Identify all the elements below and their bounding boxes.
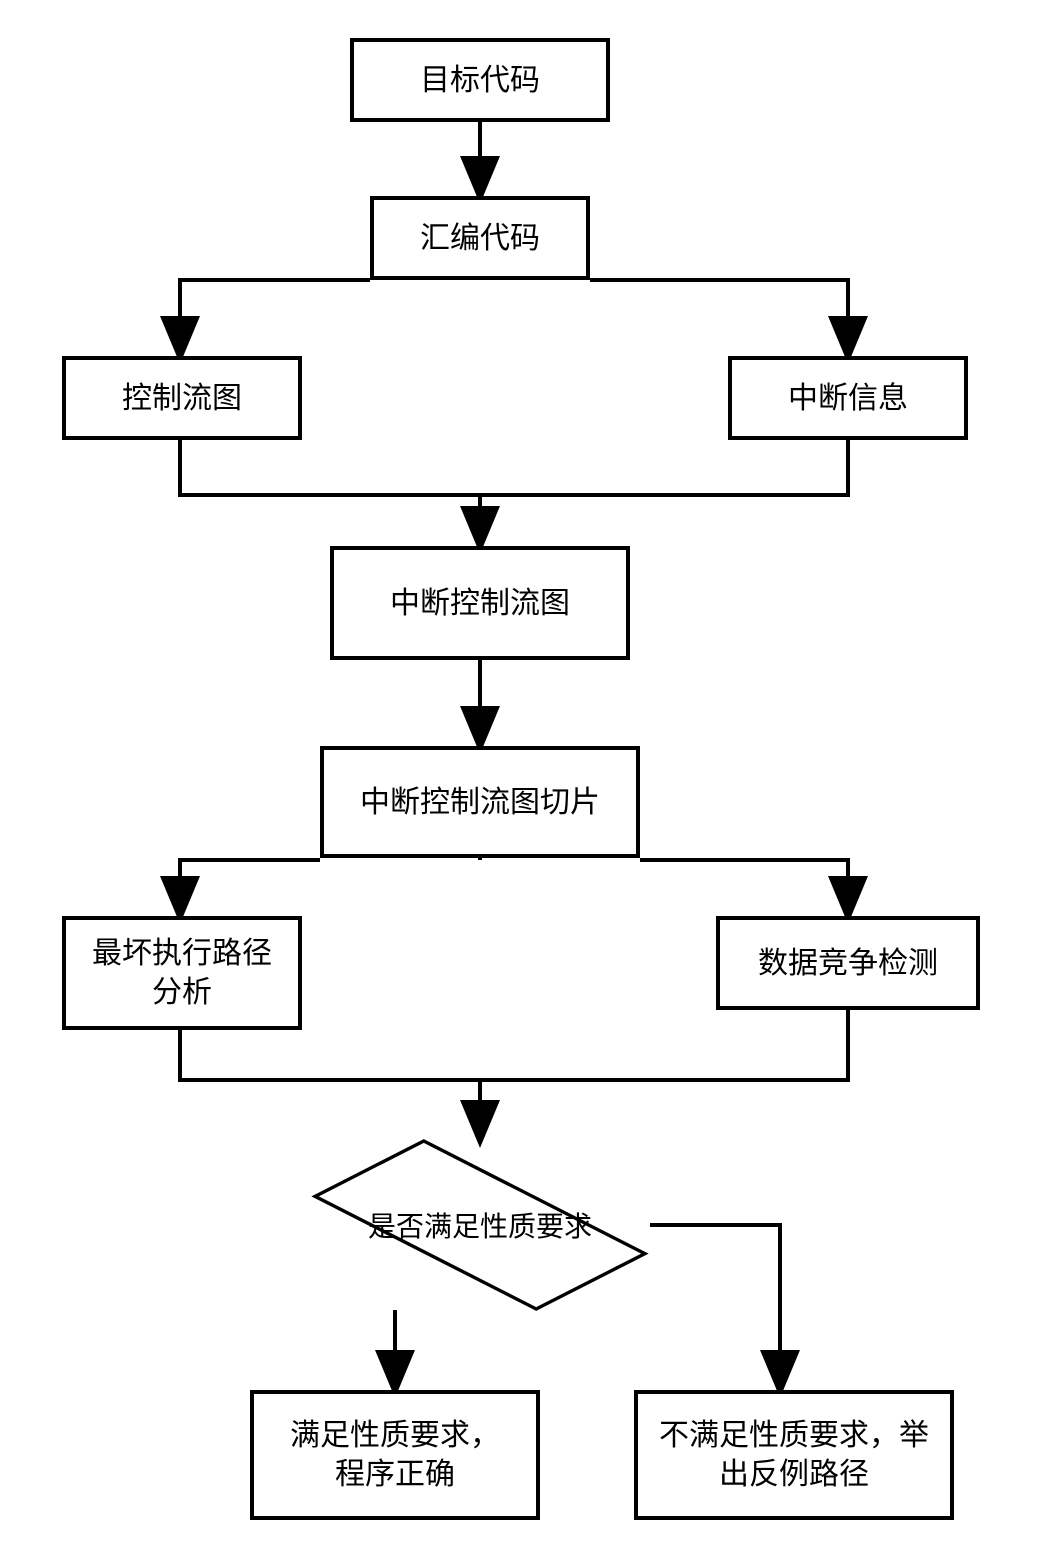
node-result-correct: 满足性质要求， 程序正确 (250, 1390, 540, 1520)
node-decision-property: 是否满足性质要求 (310, 1140, 650, 1310)
node-assembly-code: 汇编代码 (370, 196, 590, 280)
node-label: 数据竞争检测 (758, 944, 938, 983)
node-interrupt-info: 中断信息 (728, 356, 968, 440)
node-control-flow-graph: 控制流图 (62, 356, 302, 440)
node-label: 中断信息 (788, 379, 908, 418)
node-label: 中断控制流图 (390, 584, 570, 623)
node-label: 最坏执行路径 分析 (92, 934, 272, 1012)
node-label: 不满足性质要求，举 出反例路径 (659, 1416, 929, 1494)
node-interrupt-cfg-slice: 中断控制流图切片 (320, 746, 640, 858)
node-target-code: 目标代码 (350, 38, 610, 122)
node-label: 目标代码 (420, 61, 540, 100)
node-result-counterexample: 不满足性质要求，举 出反例路径 (634, 1390, 954, 1520)
node-interrupt-cfg: 中断控制流图 (330, 546, 630, 660)
node-label: 满足性质要求， 程序正确 (290, 1416, 500, 1494)
node-label: 控制流图 (122, 379, 242, 418)
node-label: 汇编代码 (420, 219, 540, 258)
node-label: 中断控制流图切片 (360, 783, 600, 822)
node-worst-path-analysis: 最坏执行路径 分析 (62, 916, 302, 1030)
node-label: 是否满足性质要求 (368, 1205, 592, 1245)
node-data-race-detection: 数据竞争检测 (716, 916, 980, 1010)
